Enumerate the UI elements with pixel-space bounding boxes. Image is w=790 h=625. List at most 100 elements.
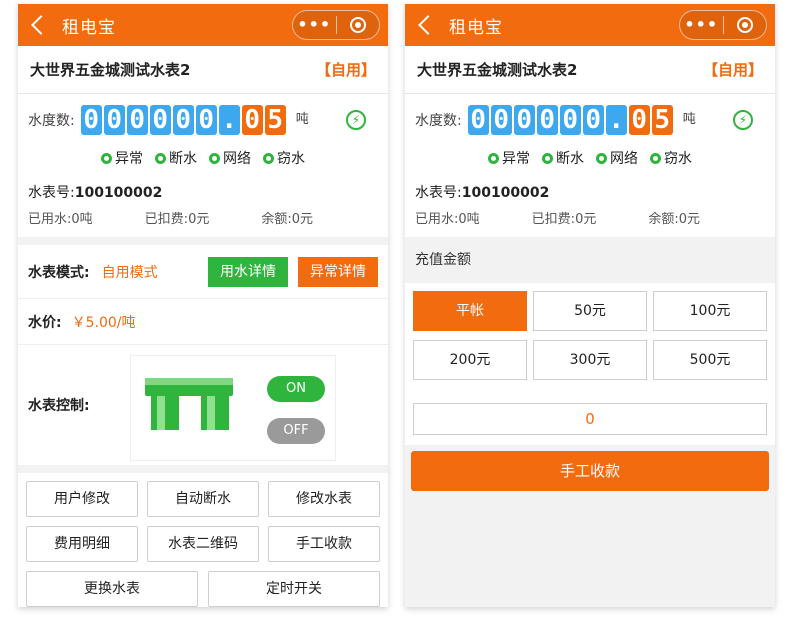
action-row: 费用明细 水表二维码 手工收款: [26, 526, 380, 562]
close-icon[interactable]: [336, 17, 379, 33]
reading-digits: 0 0 0 0 0 0 . 0 5: [80, 105, 288, 135]
deducted-fee: 已扣费:0元: [144, 212, 210, 227]
meter-info: 水表号:100100002 已用水:0吨 已扣费:0元 余额:0元: [405, 180, 775, 237]
lightning-icon[interactable]: ⚡: [346, 110, 366, 130]
status-network: 网络: [596, 148, 638, 168]
valve-switch: ON OFF: [130, 355, 336, 461]
meter-usage-line: 已用水:0吨 已扣费:0元 余额:0元: [28, 208, 378, 227]
digit-decimal: 5: [651, 105, 673, 135]
digit: 0: [149, 105, 171, 135]
digit: 0: [559, 105, 581, 135]
reading-label: 水度数:: [415, 113, 462, 129]
amount-500-button[interactable]: 500元: [653, 340, 767, 380]
amount-input-row: 0: [405, 395, 775, 445]
fee-detail-button[interactable]: 费用明细: [26, 526, 138, 562]
recharge-label: 充值金额: [415, 252, 471, 268]
back-icon[interactable]: [418, 15, 438, 35]
price-row: 水价: ￥5.00/吨: [18, 299, 388, 345]
amount-options: 平帐 50元 100元 200元 300元 500元: [405, 283, 775, 395]
action-grid: 用户修改 自动断水 修改水表 费用明细 水表二维码 手工收款 更换水表 定时开关: [18, 473, 388, 607]
digit: 0: [103, 105, 125, 135]
status-dot-icon: [488, 152, 499, 164]
replace-meter-button[interactable]: 更换水表: [26, 571, 198, 607]
auto-cutoff-button[interactable]: 自动断水: [147, 481, 259, 517]
reading-row: 水度数: 0 0 0 0 0 0 . 0 5 吨 ⚡: [18, 94, 388, 146]
status-dot-icon: [155, 152, 166, 164]
close-icon[interactable]: [723, 17, 766, 33]
app-title: 租电宝: [449, 17, 503, 38]
amount-settle-button[interactable]: 平帐: [413, 291, 527, 331]
action-row: 更换水表 定时开关: [26, 571, 380, 607]
balance: 余额:0元: [648, 212, 701, 227]
amount-row: 200元 300元 500元: [405, 340, 775, 380]
status-dot-icon: [650, 152, 661, 164]
manual-payment-button[interactable]: 手工收款: [268, 526, 380, 562]
mode-label: 水表模式:: [28, 264, 90, 281]
meter-number: 水表号:100100002: [415, 185, 550, 201]
digit-decimal: 0: [241, 105, 263, 135]
meter-tag: 【自用】: [315, 61, 376, 79]
amount-200-button[interactable]: 200元: [413, 340, 527, 380]
status-dot-icon: [542, 152, 553, 164]
meter-card: 大世界五金城测试水表2 【自用】 水度数: 0 0 0 0 0 0 . 0 5 …: [405, 46, 775, 237]
status-dot-icon: [596, 152, 607, 164]
digit: 0: [490, 105, 512, 135]
amount-row: 平帐 50元 100元: [405, 291, 775, 331]
price-label: 水价:: [28, 314, 62, 331]
amount-50-button[interactable]: 50元: [533, 291, 647, 331]
more-icon[interactable]: •••: [293, 11, 336, 39]
amount-100-button[interactable]: 100元: [653, 291, 767, 331]
digit: 0: [513, 105, 535, 135]
status-indicators: 异常 断水 网络 窃水: [18, 146, 388, 180]
decimal-point: .: [605, 105, 627, 135]
meter-card: 大世界五金城测试水表2 【自用】 水度数: 0 0 0 0 0 0 . 0 5 …: [18, 46, 388, 237]
switch-on-button[interactable]: ON: [267, 376, 325, 402]
meter-info: 水表号:100100002 已用水:0吨 已扣费:0元 余额:0元: [18, 180, 388, 237]
mini-program-capsule: •••: [292, 10, 380, 40]
edit-user-button[interactable]: 用户修改: [26, 481, 138, 517]
digit: 0: [582, 105, 604, 135]
status-dot-icon: [209, 152, 220, 164]
back-icon[interactable]: [31, 15, 51, 35]
used-water: 已用水:0吨: [415, 212, 480, 227]
meter-qrcode-button[interactable]: 水表二维码: [147, 526, 259, 562]
usage-detail-button[interactable]: 用水详情: [208, 256, 288, 287]
reading-label: 水度数:: [28, 113, 75, 129]
digit-decimal: 0: [628, 105, 650, 135]
status-water-cut: 断水: [155, 148, 197, 168]
valve-leg-right: [201, 396, 229, 430]
app-title: 租电宝: [62, 17, 116, 38]
timer-switch-button[interactable]: 定时开关: [208, 571, 380, 607]
lightning-icon[interactable]: ⚡: [733, 110, 753, 130]
meter-header: 大世界五金城测试水表2 【自用】: [405, 46, 775, 94]
reading-digits: 0 0 0 0 0 0 . 0 5: [467, 105, 675, 135]
meter-tag: 【自用】: [702, 61, 763, 79]
meter-number: 水表号:100100002: [28, 185, 163, 201]
switch-off-button[interactable]: OFF: [267, 418, 325, 444]
status-abnormal: 异常: [101, 148, 143, 168]
amount-300-button[interactable]: 300元: [533, 340, 647, 380]
manual-payment-submit-button[interactable]: 手工收款: [411, 451, 769, 491]
reading-unit: 吨: [682, 111, 696, 127]
more-icon[interactable]: •••: [680, 11, 723, 39]
manual-payment-screen: 租电宝 ••• 大世界五金城测试水表2 【自用】 水度数: 0 0 0 0 0 …: [405, 4, 775, 607]
status-theft: 窃水: [263, 148, 305, 168]
digit: 0: [467, 105, 489, 135]
title-bar: 租电宝 •••: [18, 4, 388, 46]
digit: 0: [126, 105, 148, 135]
reading-row: 水度数: 0 0 0 0 0 0 . 0 5 吨 ⚡: [405, 94, 775, 146]
reading-unit: 吨: [295, 111, 309, 127]
meter-name: 大世界五金城测试水表2: [417, 61, 578, 79]
abnormal-detail-button[interactable]: 异常详情: [298, 256, 378, 287]
edit-meter-button[interactable]: 修改水表: [268, 481, 380, 517]
title-bar: 租电宝 •••: [405, 4, 775, 46]
digit: 0: [195, 105, 217, 135]
valve-leg-left: [151, 396, 179, 430]
amount-input[interactable]: 0: [413, 403, 767, 435]
control-label: 水表控制:: [28, 398, 90, 414]
status-indicators: 异常 断水 网络 窃水: [405, 146, 775, 180]
digit-decimal: 5: [264, 105, 286, 135]
meter-usage-line: 已用水:0吨 已扣费:0元 余额:0元: [415, 208, 765, 227]
status-dot-icon: [101, 152, 112, 164]
balance: 余额:0元: [261, 212, 314, 227]
